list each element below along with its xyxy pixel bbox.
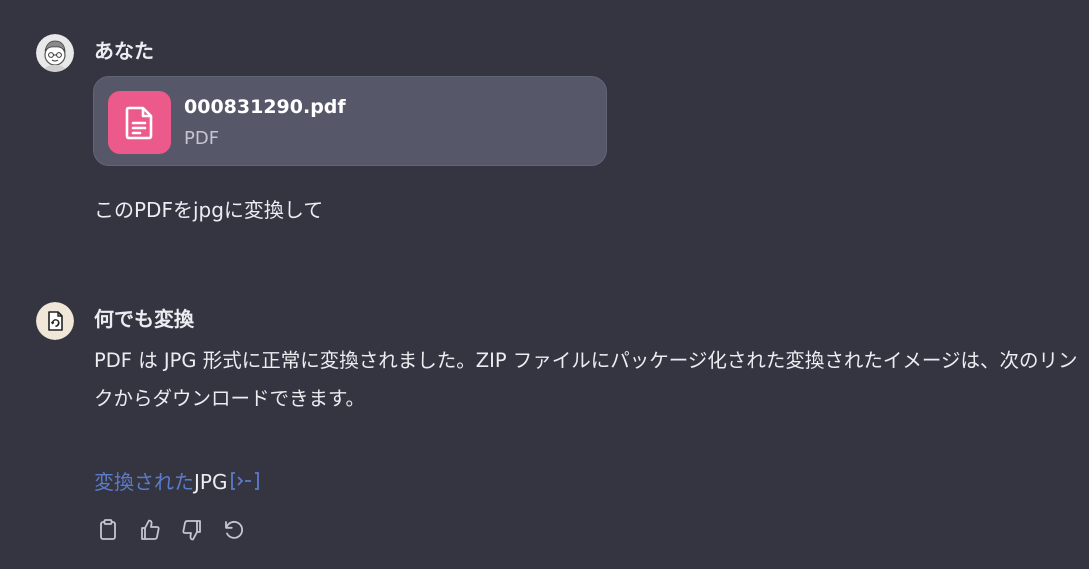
external-link-icon[interactable]: [230, 470, 260, 497]
document-icon: [108, 91, 171, 154]
assistant-paragraph: PDF は JPG 形式に正常に変換されました。ZIP ファイルにパッケージ化さ…: [94, 349, 1078, 410]
user-avatar: [36, 34, 74, 72]
file-name: 000831290.pdf: [184, 96, 346, 118]
thumbs-down-icon[interactable]: [180, 518, 204, 542]
assistant-message-text: PDF は JPG 形式に正常に変換されました。ZIP ファイルにパッケージ化さ…: [94, 342, 1084, 418]
user-message-text: このPDFをjpgに変換して: [94, 198, 324, 222]
assistant-avatar: [36, 302, 74, 340]
user-sender-name: あなた: [94, 39, 154, 63]
file-type: PDF: [184, 128, 220, 149]
thumbs-up-icon[interactable]: [138, 518, 162, 542]
file-attachment-card[interactable]: 000831290.pdf PDF: [93, 76, 607, 166]
download-link[interactable]: 変換された: [94, 470, 194, 494]
regenerate-icon[interactable]: [222, 518, 246, 542]
clipboard-icon[interactable]: [96, 518, 120, 542]
download-link-suffix: JPG: [194, 470, 228, 494]
download-link-line: 変換されたJPG: [94, 466, 260, 497]
assistant-sender-name: 何でも変換: [94, 307, 194, 331]
chat-page: あなた 000831290.pdf PDF このPDFをjpgに変換して 何でも…: [0, 0, 1089, 569]
message-actions: [96, 518, 246, 544]
